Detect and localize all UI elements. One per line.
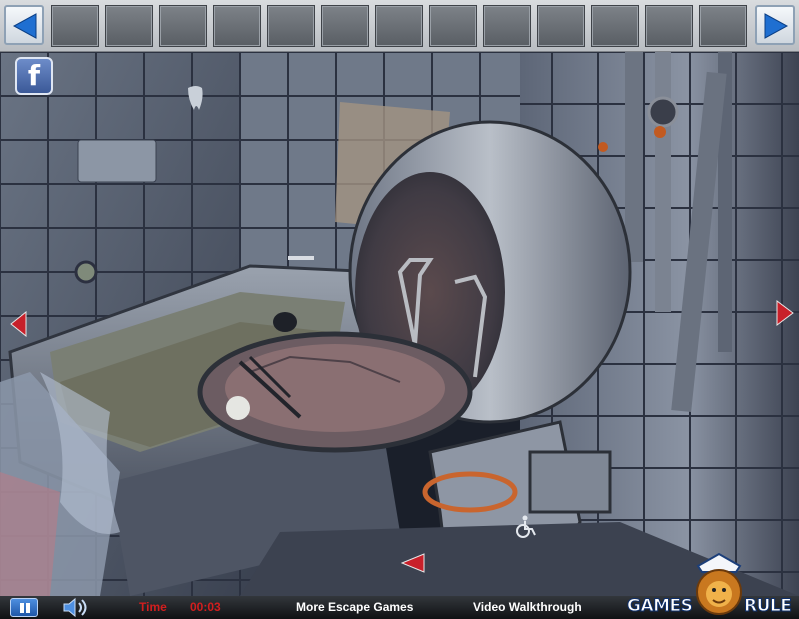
inventory-bar [0,0,799,52]
inventory-slot[interactable] [159,5,207,47]
nav-left-icon[interactable] [10,311,28,337]
nav-down-icon[interactable] [401,553,425,573]
inventory-slot[interactable] [267,5,315,47]
inventory-slot[interactable] [699,5,747,47]
time-label: Time [139,600,167,614]
games2rule-logo[interactable]: GAMES RULE [626,552,799,619]
inventory-slot[interactable] [321,5,369,47]
time-value: 00:03 [190,600,221,614]
pause-icon [26,603,30,613]
facebook-button[interactable]: f [15,57,53,95]
inventory-slot[interactable] [483,5,531,47]
lion-mascot-icon [696,552,742,615]
nav-right-icon[interactable] [776,300,794,326]
more-escape-games-link[interactable]: More Escape Games [296,600,413,614]
video-walkthrough-link[interactable]: Video Walkthrough [473,600,582,614]
pause-icon [20,603,24,613]
inventory-prev-icon [12,13,37,39]
brand-text-right: RULE [743,596,792,617]
inventory-next-icon [764,13,789,39]
pause-button[interactable] [10,598,38,617]
inventory-slot[interactable] [645,5,693,47]
inventory-slot[interactable] [213,5,261,47]
inventory-next-button[interactable] [755,5,795,45]
brand-text-left: GAMES [626,596,693,617]
inventory-prev-button[interactable] [4,5,44,45]
game-scene [0,52,799,596]
inventory-slot[interactable] [51,5,99,47]
facebook-icon: f [27,59,41,92]
inventory-slot[interactable] [105,5,153,47]
inventory-slot[interactable] [537,5,585,47]
sound-icon[interactable] [61,597,91,618]
wheelchair-icon [516,515,536,538]
inventory-slot[interactable] [375,5,423,47]
inventory-slot[interactable] [591,5,639,47]
inventory-slots [51,5,752,47]
inventory-slot[interactable] [429,5,477,47]
